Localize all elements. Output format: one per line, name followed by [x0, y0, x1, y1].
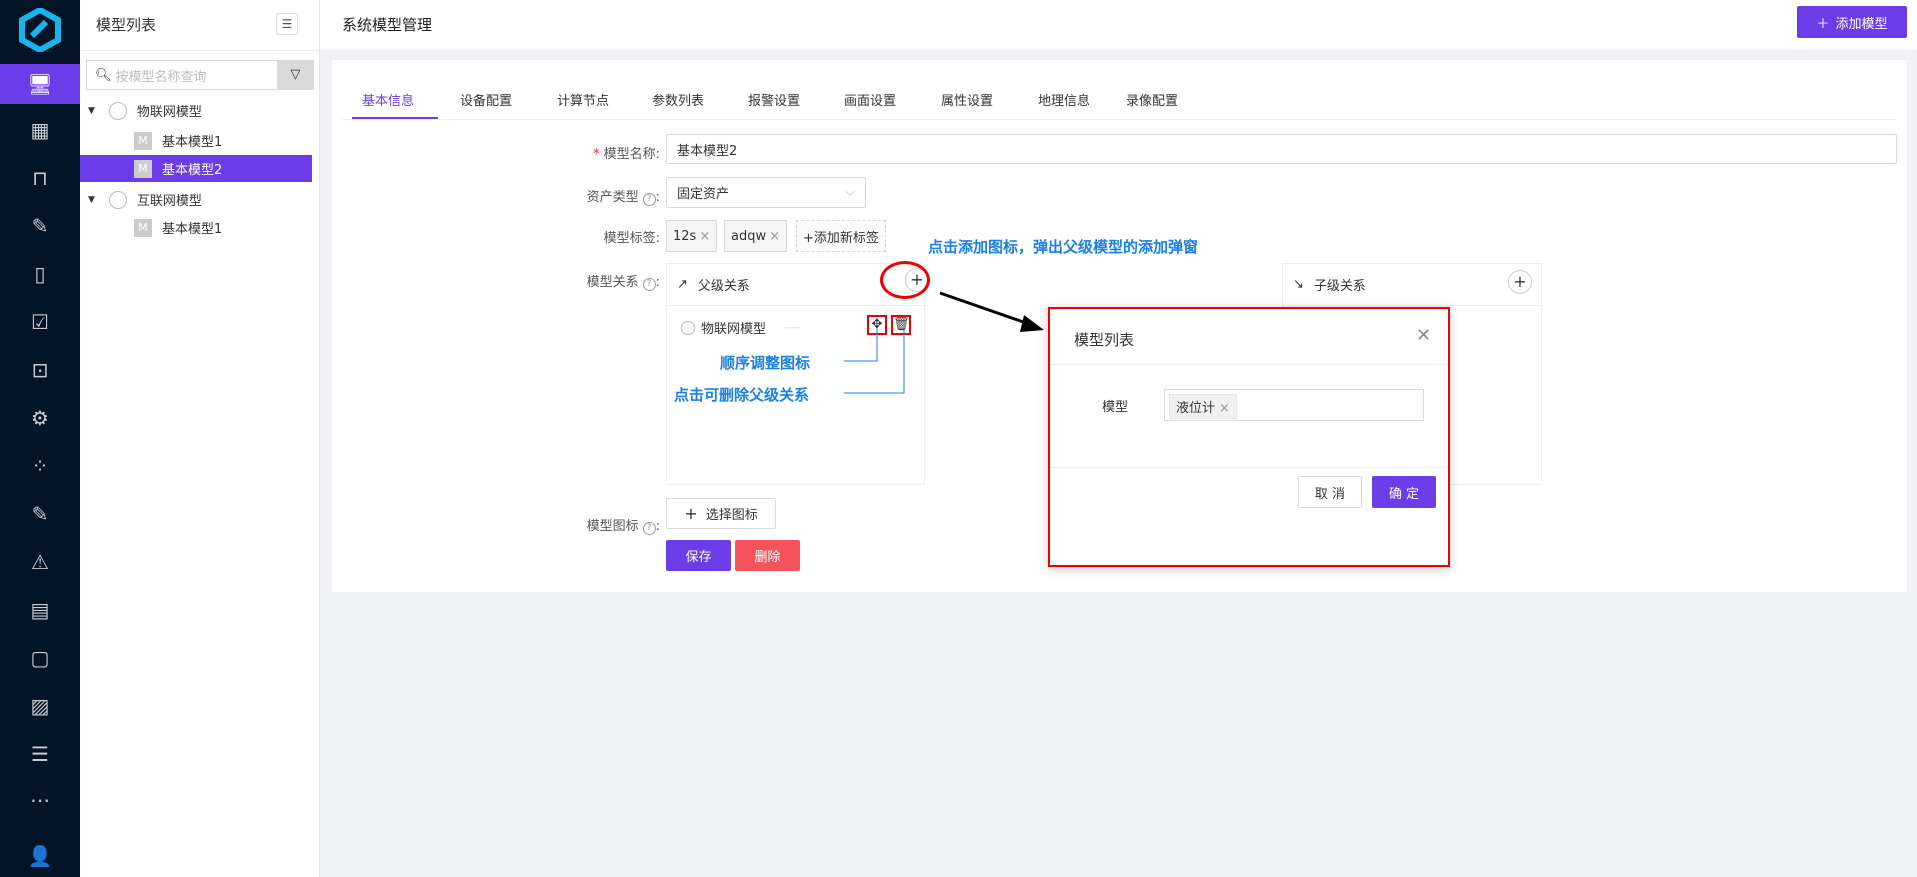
nav-monitor-icon[interactable]: 🖥 [0, 64, 80, 104]
close-icon: × [1219, 401, 1230, 416]
nav-grid-icon[interactable]: ▦ [0, 110, 80, 150]
nav-more-icon[interactable]: ⋯ [0, 780, 80, 820]
add-child-button[interactable]: + [1508, 270, 1532, 294]
divider [1050, 364, 1448, 365]
tree-node[interactable]: M 基本模型1 [80, 127, 312, 154]
plus-icon: + [684, 504, 698, 523]
model-icon: M [134, 159, 152, 178]
list-toggle-icon[interactable]: ☰ [276, 13, 298, 35]
cancel-button[interactable]: 取 消 [1298, 476, 1362, 508]
confirm-button[interactable]: 确 定 [1372, 476, 1436, 508]
model-select[interactable]: 液位计 × [1164, 389, 1424, 421]
page-header: 系统模型管理 ＋ 添加模型 [320, 0, 1917, 50]
dialog-title: 模型列表 [1074, 331, 1135, 349]
tree-node-internet[interactable]: ▼ 互联网模型 [80, 186, 312, 213]
node-label: 物联网模型 [136, 105, 202, 120]
filter-icon[interactable]: ▽ [277, 60, 314, 90]
nav-search-doc-icon[interactable]: ⊡ [0, 350, 80, 390]
tree-node-iot[interactable]: ▼ 物联网模型 [80, 97, 312, 124]
divider [1050, 467, 1448, 468]
nav-map-icon[interactable]: ▨ [0, 686, 80, 726]
iot-icon [108, 101, 127, 120]
nav-settings-icon[interactable]: ⚙ [0, 398, 80, 438]
save-button[interactable]: 保存 [666, 540, 731, 571]
search-icon: 🔍︎ [95, 67, 112, 83]
model-tree-panel: 模型列表 ☰ 🔍︎ 按模型名称查询 ▽ ▼ 物联网模型 M 基本模型1 M 基本模型2 … [80, 0, 320, 877]
nav-clipboard-icon[interactable]: ☑ [0, 302, 80, 342]
tree-node-selected[interactable]: M 基本模型2 [80, 155, 312, 182]
help-icon: ? [642, 522, 656, 535]
nav-alarm-icon[interactable]: ⚠ [0, 542, 80, 582]
add-model-label: 添加模型 [1835, 16, 1888, 32]
nav-edit-icon[interactable]: ✎ [0, 206, 80, 246]
node-label: 基本模型2 [162, 163, 223, 178]
page-title: 系统模型管理 [342, 16, 433, 34]
flask-icon [108, 190, 127, 209]
model-icon: M [134, 131, 152, 150]
caret-down-icon[interactable]: ▼ [88, 106, 95, 116]
model-list-dialog: 模型列表 ✕ 模型 液位计 × 取 消 确 定 [1048, 307, 1450, 567]
search-placeholder: 按模型名称查询 [115, 69, 207, 85]
user-icon[interactable]: 👤 [0, 836, 80, 876]
logo-icon [19, 8, 61, 52]
add-model-button[interactable]: ＋ 添加模型 [1797, 6, 1907, 38]
nav-list-icon[interactable]: ☰ [0, 734, 80, 774]
nav-apps-icon[interactable]: ⁘ [0, 446, 80, 486]
app-sidebar: 🖥 ▦ ⊓ ✎ ▯ ☑ ⊡ ⚙ ⁘ ✎ ⚠ ▤ ▢ ▨ ☰ ⋯ 👤 [0, 0, 80, 877]
plus-icon: ＋ [1816, 16, 1830, 32]
nav-note-icon[interactable]: ✎ [0, 494, 80, 534]
divider [80, 50, 320, 51]
nav-form-icon[interactable]: ▢ [0, 638, 80, 678]
selected-tag: 液位计 × [1169, 394, 1237, 419]
nav-lock-icon[interactable]: ⊓ [0, 158, 80, 198]
caret-down-icon[interactable]: ▼ [88, 195, 95, 205]
node-label: 基本模型1 [162, 135, 223, 150]
close-icon[interactable]: ✕ [1416, 325, 1431, 346]
tree-title: 模型列表 [96, 16, 157, 34]
nav-doc-icon[interactable]: ▯ [0, 254, 80, 294]
model-icon: M [134, 218, 152, 237]
model-field-label: 模型 [1102, 400, 1129, 415]
tree-search-input[interactable]: 🔍︎ 按模型名称查询 [86, 60, 277, 90]
nav-table-icon[interactable]: ▤ [0, 590, 80, 630]
tree-node[interactable]: M 基本模型1 [80, 214, 312, 241]
icon-label: 模型图标?: [586, 519, 660, 535]
delete-button[interactable]: 删除 [735, 540, 800, 571]
choose-icon-button[interactable]: + 选择图标 [666, 498, 776, 529]
node-label: 基本模型1 [162, 222, 223, 237]
node-label: 互联网模型 [136, 194, 202, 209]
